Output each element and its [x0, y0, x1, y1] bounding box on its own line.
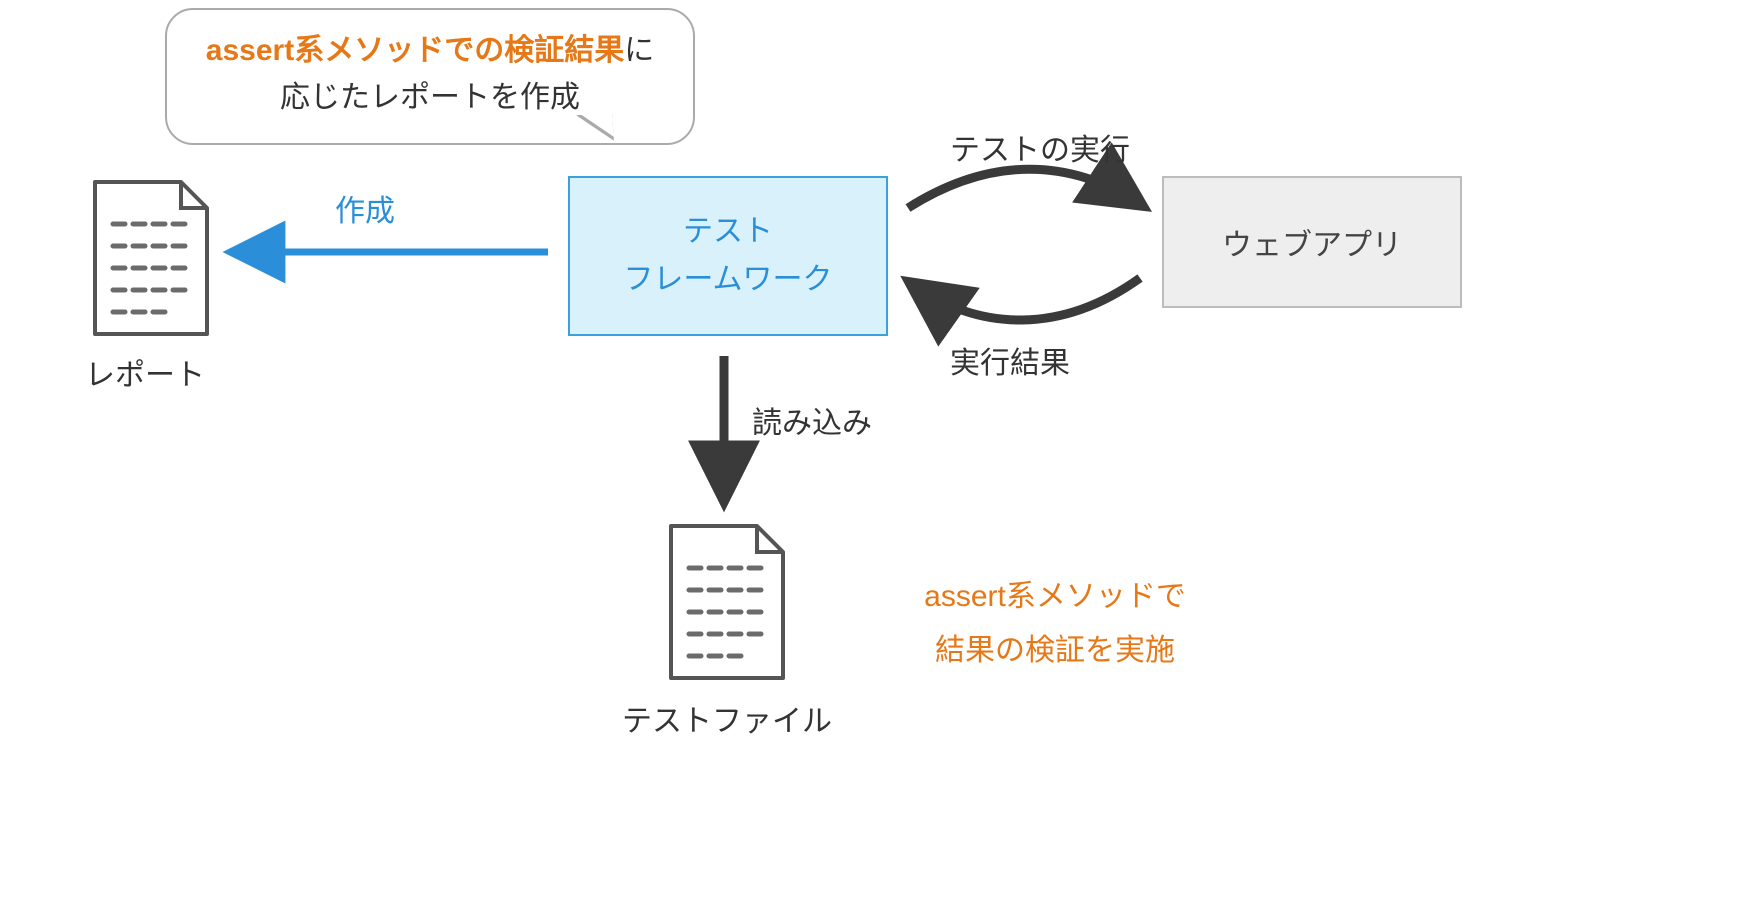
orange-note-line2: 結果の検証を実施: [835, 624, 1275, 678]
framework-line1: テスト: [683, 208, 773, 256]
label-test-execute: テストの実行: [950, 125, 1130, 169]
note-assert-verification: assert系メソッドで 結果の検証を実施: [835, 570, 1275, 678]
framework-line2: フレームワーク: [623, 256, 832, 304]
diagram-stage: assert系メソッドでの検証結果に 応じたレポートを作成 作成 テストの実行 …: [0, 0, 1754, 902]
box-webapp: ウェブアプリ: [1162, 176, 1462, 308]
document-icon: [85, 176, 215, 341]
bubble-highlight-text: assert系メソッドでの検証結果: [206, 34, 624, 67]
caption-report: レポート: [85, 350, 205, 394]
orange-note-line1: assert系メソッドで: [835, 570, 1275, 624]
speech-bubble: assert系メソッドでの検証結果に 応じたレポートを作成: [165, 8, 695, 145]
label-loading: 読み込み: [752, 398, 872, 442]
speech-bubble-tail-icon: [576, 113, 614, 143]
label-create: 作成: [335, 186, 395, 230]
bubble-line2: 応じたレポートを作成: [280, 81, 580, 114]
caption-test-file: テストファイル: [622, 696, 832, 740]
webapp-label: ウェブアプリ: [1222, 220, 1402, 264]
box-test-framework: テスト フレームワーク: [568, 176, 888, 336]
bubble-tail-text: に: [624, 34, 654, 67]
label-execute-result: 実行結果: [950, 338, 1070, 382]
document-icon: [661, 520, 791, 685]
